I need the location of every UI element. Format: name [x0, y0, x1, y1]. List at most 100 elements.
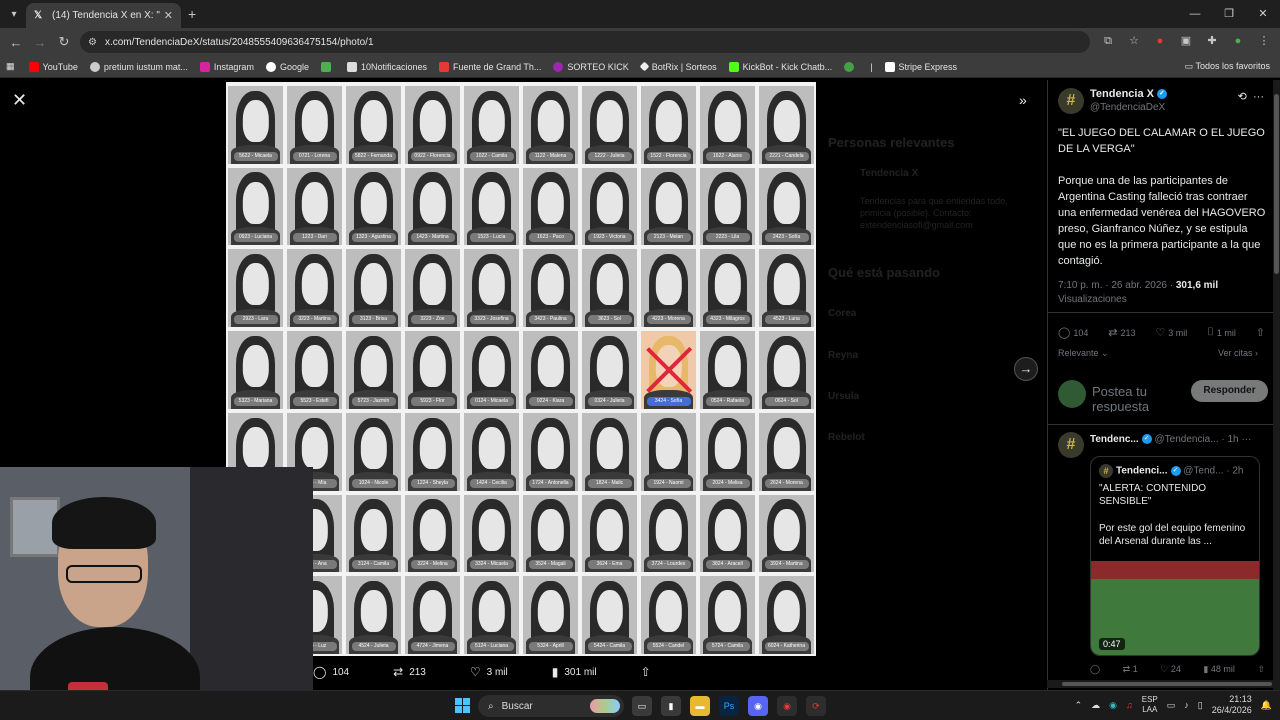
vertical-scrollbar[interactable] — [1273, 80, 1280, 690]
current-user-avatar[interactable] — [1058, 380, 1086, 408]
bookmark-stat[interactable]: ⌷ 1 mil — [1207, 326, 1236, 339]
like-stat[interactable]: ♡ 24 — [1160, 664, 1181, 675]
restore-button[interactable]: ❐ — [1212, 0, 1246, 28]
file-explorer-icon[interactable]: ▬ — [690, 696, 710, 716]
address-bar[interactable]: ⚙ x.com/TendenciaDeX/status/204855540963… — [80, 31, 1090, 53]
bookmark-pretium[interactable]: pretium iustum mat... — [89, 61, 188, 72]
tray-chevron-icon[interactable]: ⌃ — [1075, 700, 1083, 711]
extension-icon[interactable]: ▣ — [1178, 33, 1194, 49]
bookmark-instagram[interactable]: Instagram — [199, 61, 254, 72]
participant-face — [537, 99, 564, 142]
bookmark-youtube[interactable]: YouTube — [28, 61, 78, 72]
author-name[interactable]: Tendencia X ✓ — [1090, 88, 1167, 100]
reply-stat[interactable]: ◯ — [1090, 664, 1100, 675]
repost-stat[interactable]: ⇄ 213 — [1108, 326, 1135, 339]
more-options-icon[interactable]: ··· — [1253, 91, 1264, 103]
chevron-down-icon: ⌄ — [1098, 348, 1109, 358]
menu-kebab-icon[interactable]: ⋮ — [1256, 33, 1272, 49]
bookmark-green[interactable] — [844, 61, 858, 72]
close-viewer-icon[interactable]: ✕ — [12, 90, 27, 111]
participant-face — [773, 426, 800, 469]
author-handle[interactable]: @TendenciaDeX — [1090, 102, 1165, 113]
more-options-icon[interactable]: ··· — [1241, 434, 1251, 445]
scrollbar-thumb[interactable] — [1062, 682, 1272, 686]
like-stat[interactable]: ♡ 3 mil — [1155, 326, 1187, 339]
windows-start-icon[interactable] — [455, 698, 470, 713]
close-window-button[interactable]: ✕ — [1246, 0, 1280, 28]
participant-photo: 1523 - Lucía — [464, 167, 519, 246]
discord-icon[interactable]: ◉ — [748, 696, 768, 716]
bookmark-icon: ⌷ — [1207, 326, 1214, 338]
grok-icon[interactable]: ⟲ — [1238, 91, 1247, 103]
extensions-puzzle-icon[interactable]: ✚ — [1204, 33, 1220, 49]
quoted-tweet[interactable]: # Tendenci... ✓ @Tend... · 2h "ALERTA: CON… — [1090, 456, 1260, 656]
bookmark-10notificaciones[interactable]: 10Notificaciones — [346, 61, 427, 72]
author-avatar[interactable]: # — [1058, 88, 1084, 114]
task-view-icon[interactable]: ▭ — [632, 696, 652, 716]
participant-face — [773, 181, 800, 224]
tab-search-icon[interactable]: ▾ — [4, 4, 24, 24]
taskbar-search[interactable]: ⌕ Buscar — [478, 695, 624, 717]
app-icon[interactable]: ▮ — [661, 696, 681, 716]
share-action[interactable]: ⇧ — [641, 665, 657, 679]
participant-tag: 5923 - Flor — [410, 396, 455, 406]
reload-button[interactable]: ↻ — [52, 34, 76, 50]
app-icon-2[interactable]: ⟳ — [806, 696, 826, 716]
volume-icon[interactable]: ♪ — [1184, 700, 1189, 710]
install-app-icon[interactable]: ⧉ — [1100, 33, 1116, 49]
share-stat[interactable]: ⇧ — [1256, 326, 1268, 339]
forward-button[interactable]: → — [28, 35, 52, 50]
share-stat[interactable]: ⇧ — [1257, 664, 1265, 675]
network-icon[interactable]: ▭ — [1167, 700, 1176, 711]
all-bookmarks[interactable]: ▭ Todos los favoritos — [1185, 61, 1270, 72]
bookmark-sorteo-kick[interactable]: SORTEO KICK — [553, 61, 629, 72]
reply-author-avatar[interactable]: # — [1058, 432, 1084, 458]
participant-face — [419, 99, 446, 142]
photoshop-icon[interactable]: Ps — [719, 696, 739, 716]
repost-stat[interactable]: ⇄ 1 — [1123, 664, 1138, 675]
reply-action[interactable]: ◯ 104 — [313, 665, 349, 679]
sort-relevant-dropdown[interactable]: Relevante ⌄ — [1058, 348, 1109, 359]
bookmark-star-icon[interactable]: ☆ — [1126, 33, 1142, 49]
like-action[interactable]: ♡ 3 mil — [470, 665, 508, 679]
minimize-button[interactable]: — — [1178, 0, 1212, 28]
reply-stats: ◯ ⇄ 1 ♡ 24 ▮ 48 mil ⇧ — [1090, 664, 1265, 675]
site-info-icon[interactable]: ⚙ — [88, 37, 97, 48]
video-thumbnail[interactable]: 0:47 — [1091, 561, 1259, 655]
scrollbar-thumb[interactable] — [1274, 94, 1279, 274]
profile-avatar-icon[interactable]: ● — [1230, 33, 1246, 49]
apps-grid-icon[interactable]: ▦ — [6, 61, 15, 72]
extension-red-icon[interactable]: ● — [1152, 33, 1168, 49]
mic-icon[interactable]: ♫ — [1126, 700, 1133, 710]
reply-stat[interactable]: ◯ 104 — [1058, 326, 1088, 339]
clock[interactable]: 21:13 26/4/2026 — [1212, 694, 1252, 716]
views-stat[interactable]: ▮ 48 mil — [1203, 664, 1234, 675]
next-photo-button[interactable]: → — [1014, 357, 1038, 381]
bookmark-google[interactable]: Google — [265, 61, 309, 72]
collapse-panel-icon[interactable]: » — [1019, 92, 1027, 108]
edge-icon[interactable]: ◉ — [1109, 700, 1117, 711]
views-action[interactable]: ▮ 301 mil — [552, 665, 597, 679]
bookmark-colorful[interactable] — [320, 61, 335, 72]
chrome-icon[interactable]: ◉ — [777, 696, 797, 716]
onedrive-icon[interactable]: ☁ — [1091, 700, 1100, 711]
reply-author[interactable]: Tendenc... ✓ @Tendencia... · 1h ··· — [1090, 434, 1251, 445]
close-tab-icon[interactable]: ✕ — [164, 9, 173, 22]
language-indicator[interactable]: ESP LAA — [1142, 695, 1158, 715]
see-quotes-link[interactable]: Ver citas › — [1218, 348, 1258, 358]
tweet-time[interactable]: 7:10 p. m. · 26 abr. 2026 · — [1058, 280, 1173, 291]
battery-icon[interactable]: ▯ — [1198, 700, 1203, 711]
horizontal-scrollbar[interactable] — [1047, 680, 1280, 688]
back-button[interactable]: ← — [4, 35, 28, 50]
reply-input[interactable]: Postea tu respuesta — [1092, 384, 1172, 412]
notifications-icon[interactable]: 🔔 — [1261, 700, 1272, 711]
browser-tab[interactable]: 𝕏 (14) Tendencia X en X: ""EL JUEG ✕ — [26, 3, 181, 28]
repost-action[interactable]: ⇄ 213 — [393, 665, 426, 679]
bookmark-botrix[interactable]: BotRix | Sorteos — [639, 62, 717, 72]
participant-tag: 1923 - Victoria — [587, 233, 632, 243]
reply-button[interactable]: Responder — [1191, 380, 1268, 402]
bookmark-gta[interactable]: Fuente de Grand Th... — [439, 61, 541, 72]
bookmark-stripe[interactable]: Stripe Express — [884, 61, 957, 72]
new-tab-button[interactable]: + — [188, 6, 196, 22]
bookmark-kickbot[interactable]: KickBot - Kick Chatb... — [728, 61, 832, 72]
